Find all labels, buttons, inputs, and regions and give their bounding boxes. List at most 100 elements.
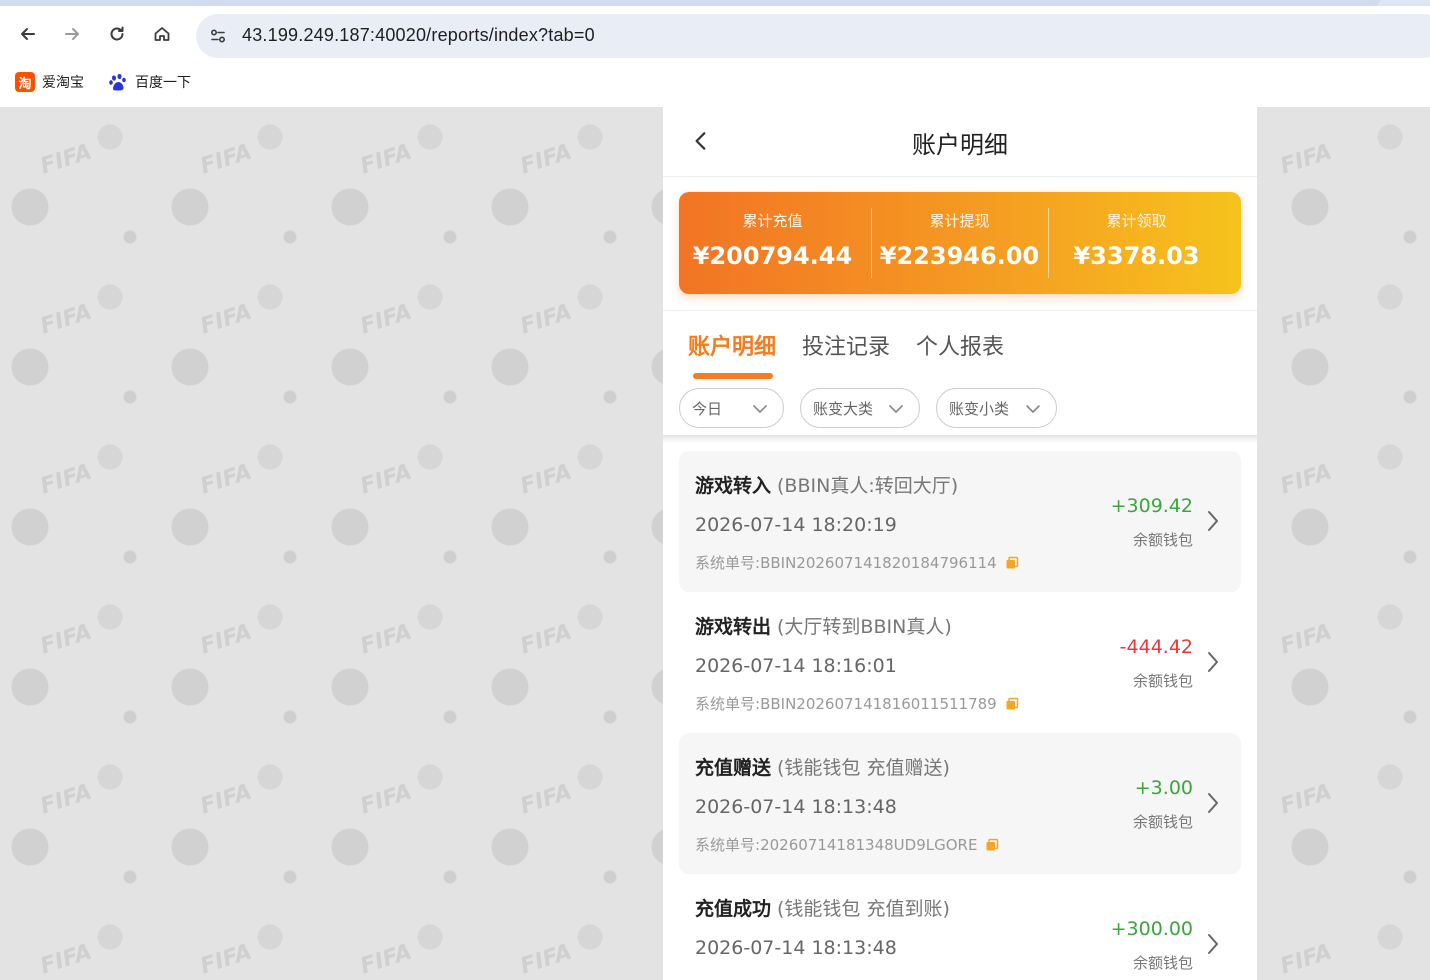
tab-personal-report[interactable]: 个人报表 <box>916 329 1004 361</box>
summary-total-withdraw: 累计提现 ¥223946.00 <box>866 192 1053 294</box>
summary-value: ¥223946.00 <box>879 242 1040 270</box>
fifa-watermark: FIFA <box>1277 139 1336 180</box>
fifa-watermark: FIFA <box>357 299 416 340</box>
page-title: 账户明细 <box>912 131 1008 159</box>
record-subtitle: (钱能钱包 充值赠送) <box>777 757 950 779</box>
tab-account-details[interactable]: 账户明细 <box>688 329 776 361</box>
filter-label: 账变小类 <box>949 399 1010 418</box>
record-amount: +3.00 <box>1134 777 1193 799</box>
copy-icon[interactable] <box>1005 697 1019 711</box>
forward-arrow-icon[interactable] <box>58 20 86 48</box>
record-type: 充值赠送 <box>695 757 772 779</box>
record-card[interactable]: 充值赠送 (钱能钱包 充值赠送) 2026-07-14 18:13:48 系统单号… <box>679 733 1241 874</box>
fifa-watermark: FIFA <box>37 139 96 180</box>
baidu-paw-icon <box>108 72 128 92</box>
record-title: 游戏转入 (BBIN真人:转回大厅) <box>695 471 958 498</box>
summary-label: 累计领取 <box>1106 212 1167 230</box>
record-wallet: 余额钱包 <box>1132 954 1193 972</box>
subcategory-filter-dropdown[interactable]: 账变小类 <box>936 388 1057 428</box>
fifa-watermark: FIFA <box>197 139 256 180</box>
record-type: 游戏转出 <box>695 616 772 638</box>
record-card[interactable]: 游戏转入 (BBIN真人:转回大厅) 2026-07-14 18:20:19 系统… <box>679 451 1241 592</box>
chevron-right-icon <box>1208 652 1218 672</box>
summary-card: 累计充值 ¥200794.44 累计提现 ¥223946.00 累计领取 ¥33… <box>679 192 1241 294</box>
order-label: 系统单号: <box>695 836 761 854</box>
record-card[interactable]: 游戏转出 (大厅转到BBIN真人) 2026-07-14 18:16:01 系统单… <box>679 592 1241 733</box>
record-subtitle: (大厅转到BBIN真人) <box>777 616 952 638</box>
record-time: 2026-07-14 18:13:48 <box>695 796 897 818</box>
copy-icon[interactable] <box>985 838 999 852</box>
bookmarks-bar: 淘 爱淘宝 百度一下 <box>0 58 1430 107</box>
fifa-watermark: FIFA <box>197 939 256 980</box>
record-wallet: 余额钱包 <box>1132 813 1193 831</box>
record-card[interactable]: 充值成功 (钱能钱包 充值到账) 2026-07-14 18:13:48 +300… <box>679 874 1241 980</box>
fifa-watermark: FIFA <box>517 459 576 500</box>
record-title: 充值成功 (钱能钱包 充值到账) <box>695 894 950 921</box>
summary-label: 累计提现 <box>929 212 990 230</box>
bookmark-taobao[interactable]: 淘 爱淘宝 <box>15 72 84 92</box>
app-container: 账户明细 累计充值 ¥200794.44 累计提现 ¥223946.00 累计领… <box>663 107 1257 980</box>
record-order: 系统单号: BBIN202607141816011511789 <box>695 693 1019 714</box>
record-title: 充值赠送 (钱能钱包 充值赠送) <box>695 753 950 780</box>
bookmark-label: 爱淘宝 <box>42 75 84 91</box>
fifa-watermark: FIFA <box>197 299 256 340</box>
bookmark-baidu[interactable]: 百度一下 <box>108 72 191 92</box>
record-time: 2026-07-14 18:20:19 <box>695 514 897 536</box>
order-number: BBIN202607141820184796114 <box>760 553 997 572</box>
record-type: 充值成功 <box>695 898 772 920</box>
fifa-watermark: FIFA <box>357 779 416 820</box>
fifa-watermark: FIFA <box>357 939 416 980</box>
summary-total-deposit: 累计充值 ¥200794.44 <box>679 192 866 294</box>
summary-label: 累计充值 <box>742 212 803 230</box>
fifa-watermark: FIFA <box>37 459 96 500</box>
category-filter-dropdown[interactable]: 账变大类 <box>800 388 920 428</box>
bookmark-label: 百度一下 <box>135 75 191 91</box>
record-amount: -444.42 <box>1119 636 1193 658</box>
order-number: 20260714181348UD9LGORE <box>760 835 978 854</box>
site-settings-icon[interactable] <box>204 22 232 50</box>
url-text[interactable]: 43.199.249.187:40020/reports/index?tab=0 <box>242 25 595 46</box>
fifa-watermark: FIFA <box>517 139 576 180</box>
record-type: 游戏转入 <box>695 475 772 497</box>
fifa-watermark: FIFA <box>37 779 96 820</box>
home-icon[interactable] <box>148 20 176 48</box>
fifa-watermark: FIFA <box>517 779 576 820</box>
fifa-watermark: FIFA <box>37 299 96 340</box>
date-filter-dropdown[interactable]: 今日 <box>679 388 784 428</box>
filter-label: 账变大类 <box>813 399 874 418</box>
record-time: 2026-07-14 18:16:01 <box>695 655 897 677</box>
record-wallet: 余额钱包 <box>1132 531 1193 549</box>
fifa-watermark: FIFA <box>1277 619 1336 660</box>
chevron-down-icon <box>753 405 767 413</box>
divider <box>663 310 1257 311</box>
record-title: 游戏转出 (大厅转到BBIN真人) <box>695 612 952 639</box>
record-wallet: 余额钱包 <box>1132 672 1193 690</box>
fifa-watermark: FIFA <box>197 779 256 820</box>
copy-icon[interactable] <box>1005 556 1019 570</box>
record-order: 系统单号: BBIN202607141820184796114 <box>695 552 1019 573</box>
fifa-watermark: FIFA <box>357 619 416 660</box>
fifa-watermark: FIFA <box>197 459 256 500</box>
record-order: 系统单号: 20260714181348UD9LGORE <box>695 834 999 855</box>
fifa-watermark: FIFA <box>37 939 96 980</box>
chevron-right-icon <box>1208 511 1218 531</box>
address-bar[interactable]: 43.199.249.187:40020/reports/index?tab=0 <box>196 14 1430 58</box>
order-label: 系统单号: <box>695 695 761 713</box>
chevron-right-icon <box>1208 934 1218 954</box>
taobao-icon: 淘 <box>15 72 35 92</box>
record-time: 2026-07-14 18:13:48 <box>695 937 897 959</box>
fifa-watermark: FIFA <box>1277 459 1336 500</box>
page-header: 账户明细 <box>663 107 1257 177</box>
back-arrow-icon[interactable] <box>14 20 42 48</box>
fifa-watermark: FIFA <box>1277 299 1336 340</box>
fifa-watermark: FIFA <box>197 619 256 660</box>
tab-bet-records[interactable]: 投注记录 <box>802 329 890 361</box>
record-amount: +309.42 <box>1110 495 1193 517</box>
summary-value: ¥200794.44 <box>692 242 853 270</box>
reload-icon[interactable] <box>103 20 131 48</box>
record-amount: +300.00 <box>1110 918 1193 940</box>
order-label: 系统单号: <box>695 554 761 572</box>
chevron-right-icon <box>1208 793 1218 813</box>
fifa-watermark: FIFA <box>1277 939 1336 980</box>
order-number: BBIN202607141816011511789 <box>760 694 997 713</box>
